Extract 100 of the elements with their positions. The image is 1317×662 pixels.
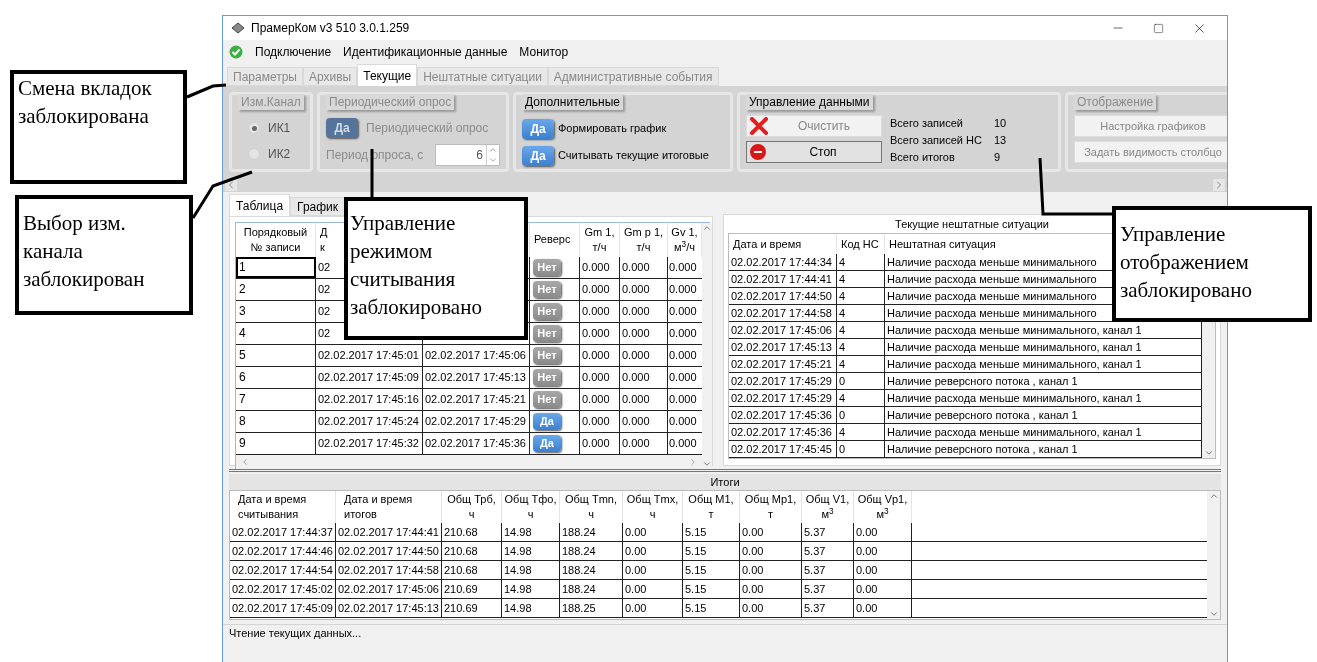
table-cell: 0.000 — [620, 279, 668, 300]
scroll-down-icon[interactable] — [702, 459, 712, 469]
stat-label: Всего записей НС — [890, 133, 983, 149]
callout-box: Смена вкладок заблокирована — [10, 70, 187, 184]
table-cell: 210.68 — [442, 542, 502, 560]
column-header[interactable]: Порядковый № записи — [243, 225, 308, 255]
callout-box: Выбор изм. канала заблокирован — [15, 195, 193, 315]
column-header[interactable]: Реверс — [534, 232, 571, 247]
group-title: Управление данными — [746, 94, 873, 110]
scroll-down-icon[interactable] — [1203, 448, 1214, 458]
table-cell: 14.98 — [502, 561, 560, 579]
column-header[interactable]: Gv 1, м$^{3}$/ч — [671, 225, 698, 255]
table-cell: 0.00 — [854, 542, 912, 560]
table-cell: 02.02.2017 17:44:37 — [230, 523, 336, 541]
stat-label: Всего итогов — [890, 150, 956, 166]
table-cell-text: 0.000 — [668, 348, 698, 363]
table-cell: 02.02.2017 17:44:50 — [729, 288, 837, 304]
table-cell: 02.02.2017 17:44:41 — [729, 271, 837, 287]
column-header[interactable]: Дата и время считывания — [238, 492, 307, 522]
table-cell: 0.00 — [740, 561, 802, 579]
menu-item[interactable]: Подключение — [255, 43, 332, 61]
table-cell: 0.00 — [623, 599, 683, 617]
maximize-icon[interactable] — [1153, 22, 1164, 34]
column-header[interactable]: Нештатная ситуация — [889, 238, 996, 250]
table-cell: 0.00 — [854, 580, 912, 598]
table-cell: 0.000 — [580, 345, 620, 366]
table-cell: 4 — [837, 424, 885, 440]
table-cell: 02.02.2017 17:45:09 — [230, 599, 336, 617]
table-cell: 0.000 — [580, 389, 620, 410]
column-header[interactable]: Общ Мр1, т — [744, 492, 797, 522]
spin-down-icon[interactable] — [487, 155, 499, 165]
column-header[interactable]: Код НС — [841, 238, 879, 250]
table-cell-text: 0.000 — [668, 260, 698, 275]
table-cell: 0.00 — [740, 542, 802, 560]
table-cell: 02.02.2017 17:45:45 — [729, 441, 837, 457]
scroll-right-icon[interactable] — [1213, 179, 1225, 191]
column-header[interactable]: Общ М1, т — [688, 492, 734, 522]
column-header[interactable]: Дата и время итогов — [344, 492, 413, 522]
table-cell: 02.02.2017 17:45:13 — [423, 367, 530, 388]
column-header[interactable]: Общ Tmx, ч — [626, 492, 679, 522]
panel-title: Итоги — [229, 474, 1221, 490]
table-cell: 0.000 — [580, 433, 620, 454]
column-header[interactable]: Gm 1, т/ч — [584, 225, 615, 255]
table-cell: 1 — [236, 257, 316, 278]
table-cell: 5.37 — [802, 523, 854, 541]
radio-label: ИК1 — [268, 120, 291, 137]
table-cell: 5.37 — [802, 580, 854, 598]
stop-button[interactable]: Стоп — [746, 141, 882, 163]
table-cell: 0.00 — [623, 561, 683, 579]
tab[interactable]: Таблица — [229, 194, 291, 216]
table-cell: 02.02.2017 17:45:06 — [423, 345, 530, 366]
scroll-right-icon[interactable] — [688, 457, 698, 467]
column-header[interactable]: Общ Vp1, м$^{3}$ — [857, 492, 908, 522]
table-cell: 0.000 — [580, 301, 620, 322]
table-cell: 0.000 — [580, 411, 620, 432]
table-cell: 4 — [837, 288, 885, 304]
table-cell: 5.15 — [683, 523, 740, 541]
table-cell: 188.24 — [560, 523, 623, 541]
column-header[interactable]: Общ V1, м$^{3}$ — [805, 492, 850, 522]
table-cell: 188.24 — [560, 542, 623, 560]
tab[interactable]: Текущие — [357, 64, 418, 86]
tab[interactable]: График — [290, 197, 346, 216]
table-cell: 0.00 — [623, 542, 683, 560]
table-cell: 4 — [837, 390, 885, 406]
table-cell: 0.000 — [620, 323, 668, 344]
table-cell: 210.68 — [442, 561, 502, 579]
stat-value: 13 — [994, 133, 1007, 149]
column-header[interactable]: Д к — [320, 225, 328, 255]
menu-item[interactable]: Идентификационные данные — [343, 43, 508, 61]
callout-box: Управление режимом считывания заблокировано — [344, 197, 528, 340]
table-cell: 4 — [837, 305, 885, 321]
column-header[interactable]: Gm p 1, т/ч — [623, 225, 664, 255]
spin-up-icon[interactable] — [487, 145, 499, 155]
group-title: Отображение — [1074, 94, 1157, 110]
table-cell: 188.24 — [560, 580, 623, 598]
table-cell: 02.02.2017 17:45:32 — [316, 433, 423, 454]
table-cell-text: 0.000 — [668, 392, 698, 407]
table-cell: 02.02.2017 17:45:09 — [316, 367, 423, 388]
table-cell-text: 0.000 — [668, 326, 698, 341]
column-header[interactable]: Дата и время — [733, 238, 802, 250]
menu-item[interactable]: Монитор — [519, 43, 569, 61]
table-cell: 5.37 — [802, 542, 854, 560]
table-cell: 0.000 — [620, 257, 668, 278]
table-cell: 02.02.2017 17:45:06 — [336, 580, 442, 598]
column-header[interactable]: Общ Tmn, ч — [565, 492, 617, 522]
group-title: Дополнительные — [522, 94, 623, 110]
table-cell: 0.000 — [620, 367, 668, 388]
table-cell: 02.02.2017 17:44:46 — [230, 542, 336, 560]
column-header[interactable]: Общ Тфо, ч — [504, 492, 557, 522]
scroll-down-icon[interactable] — [1208, 609, 1219, 619]
column-header[interactable]: Общ Трб, ч — [447, 492, 496, 522]
table-cell: 14.98 — [502, 523, 560, 541]
table-cell: 5.15 — [683, 561, 740, 579]
table-cell-text: 0.000 — [668, 282, 698, 297]
table-cell: 0.000 — [620, 301, 668, 322]
cross-icon — [749, 117, 769, 135]
table-cell: 210.69 — [442, 599, 502, 617]
group-title: Изм.Канал — [238, 94, 304, 110]
window-title: ПрамерКом v3 510 3.0.1.259 — [251, 20, 410, 37]
table-cell: 5.37 — [802, 599, 854, 617]
